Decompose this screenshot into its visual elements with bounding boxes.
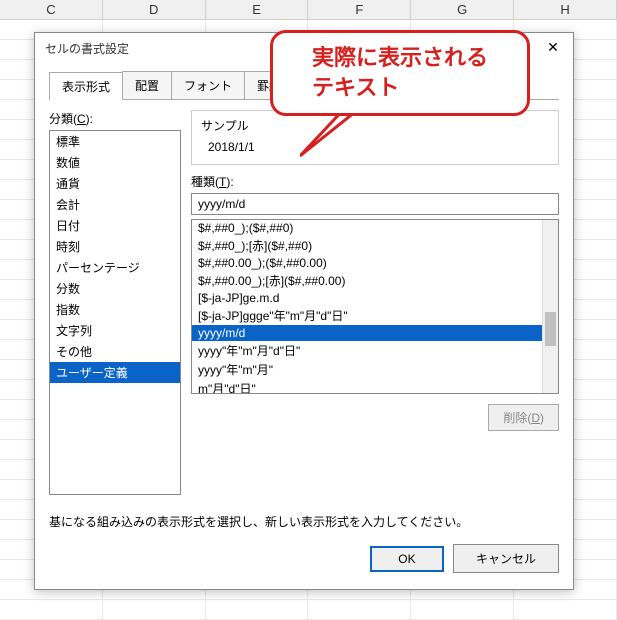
- right-panel: サンプル 2018/1/1 種類(T): $#,##0_);($#,##0)$#…: [191, 110, 559, 495]
- category-item[interactable]: 文字列: [50, 320, 180, 341]
- category-label: 分類(C):: [49, 110, 181, 127]
- column-header[interactable]: C: [0, 0, 103, 19]
- sample-box: サンプル 2018/1/1: [191, 110, 559, 165]
- category-item[interactable]: 時刻: [50, 236, 180, 257]
- sample-value: 2018/1/1: [200, 140, 550, 154]
- dialog-title: セルの書式設定: [45, 40, 129, 57]
- category-list[interactable]: 標準数値通貨会計日付時刻パーセンテージ分数指数文字列その他ユーザー定義: [49, 130, 181, 495]
- type-item[interactable]: $#,##0_);[赤]($#,##0): [192, 236, 542, 255]
- category-item[interactable]: 通貨: [50, 173, 180, 194]
- category-item[interactable]: 会計: [50, 194, 180, 215]
- scroll-thumb[interactable]: [545, 312, 556, 346]
- category-item[interactable]: 数値: [50, 152, 180, 173]
- type-item[interactable]: [$-ja-JP]ggge"年"m"月"d"日": [192, 306, 542, 325]
- annotation-callout: 実際に表示される テキスト: [270, 30, 530, 116]
- help-text: 基になる組み込みの表示形式を選択し、新しい表示形式を入力してください。: [49, 513, 559, 530]
- type-item[interactable]: $#,##0.00_);[赤]($#,##0.00): [192, 271, 542, 290]
- scrollbar[interactable]: [542, 220, 558, 393]
- column-headers: CDEFGH: [0, 0, 617, 20]
- ok-button[interactable]: OK: [370, 546, 443, 572]
- category-item[interactable]: 日付: [50, 215, 180, 236]
- cancel-button[interactable]: キャンセル: [453, 544, 559, 573]
- type-item[interactable]: $#,##0.00_);($#,##0.00): [192, 255, 542, 271]
- type-item[interactable]: [$-ja-JP]ge.m.d: [192, 290, 542, 306]
- callout-text: 実際に表示される テキスト: [312, 43, 488, 102]
- type-item[interactable]: yyyy"年"m"月": [192, 360, 542, 379]
- category-item[interactable]: 分数: [50, 278, 180, 299]
- category-item[interactable]: ユーザー定義: [50, 362, 180, 383]
- type-item[interactable]: $#,##0_);($#,##0): [192, 220, 542, 236]
- category-item[interactable]: その他: [50, 341, 180, 362]
- type-item[interactable]: m"月"d"日": [192, 379, 542, 393]
- category-item[interactable]: 指数: [50, 299, 180, 320]
- column-header[interactable]: H: [514, 0, 617, 19]
- type-item[interactable]: yyyy/m/d: [192, 325, 542, 341]
- close-button[interactable]: ✕: [533, 33, 573, 61]
- column-header[interactable]: F: [308, 0, 411, 19]
- column-header[interactable]: G: [411, 0, 514, 19]
- dialog-footer: OK キャンセル: [35, 530, 573, 589]
- type-list[interactable]: $#,##0_);($#,##0)$#,##0_);[赤]($#,##0)$#,…: [192, 220, 542, 393]
- tab-フォント[interactable]: フォント: [171, 71, 245, 99]
- type-item[interactable]: yyyy"年"m"月"d"日": [192, 341, 542, 360]
- type-list-wrap: $#,##0_);($#,##0)$#,##0_);[赤]($#,##0)$#,…: [191, 219, 559, 394]
- tab-表示形式[interactable]: 表示形式: [49, 72, 123, 100]
- sample-label: サンプル: [200, 117, 550, 134]
- dialog-body: 分類(C): 標準数値通貨会計日付時刻パーセンテージ分数指数文字列その他ユーザー…: [35, 100, 573, 495]
- type-label: 種類(T):: [191, 173, 559, 190]
- column-header[interactable]: D: [103, 0, 206, 19]
- category-item[interactable]: 標準: [50, 131, 180, 152]
- type-input[interactable]: [191, 193, 559, 215]
- column-header[interactable]: E: [206, 0, 309, 19]
- tab-配置[interactable]: 配置: [122, 71, 172, 99]
- category-panel: 分類(C): 標準数値通貨会計日付時刻パーセンテージ分数指数文字列その他ユーザー…: [49, 110, 181, 495]
- delete-button: 削除(D): [488, 404, 559, 431]
- category-item[interactable]: パーセンテージ: [50, 257, 180, 278]
- delete-row: 削除(D): [191, 404, 559, 431]
